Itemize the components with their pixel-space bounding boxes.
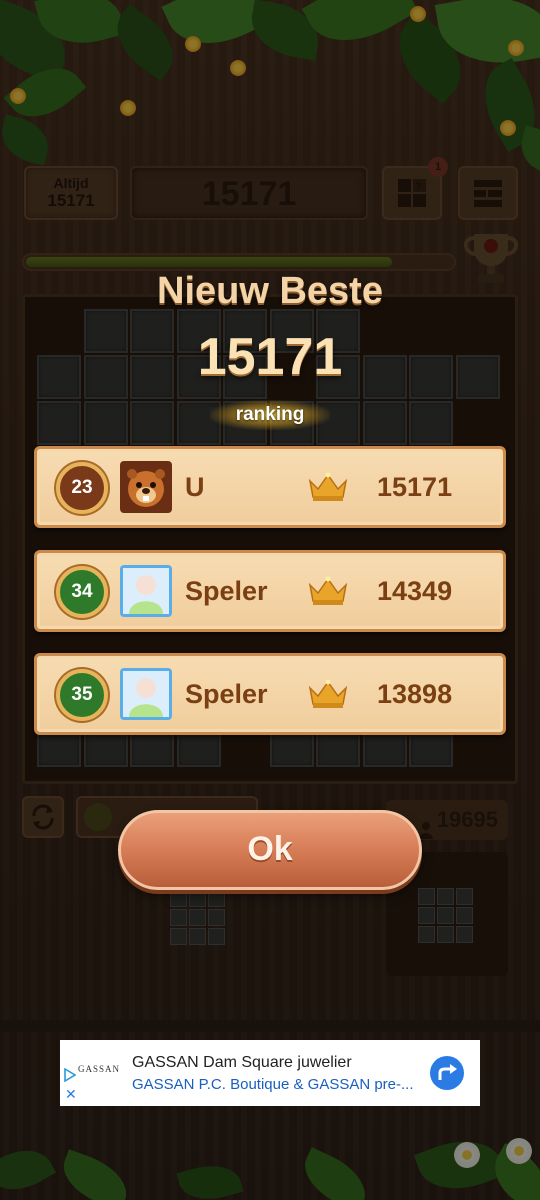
player-score: 15171 bbox=[377, 472, 453, 502]
leaderboard-row: 35 Speler 13898 bbox=[34, 653, 506, 735]
ok-button[interactable]: Ok bbox=[118, 810, 422, 890]
player-name: Speler bbox=[185, 576, 268, 606]
ad-banner[interactable]: ✕ GASSAN GASSAN Dam Square juwelier GASS… bbox=[60, 1040, 480, 1106]
ad-open-button[interactable] bbox=[430, 1056, 464, 1090]
leaderboard-row: 23 U 15171 bbox=[34, 446, 506, 528]
ad-brand-logo: GASSAN bbox=[78, 1064, 121, 1074]
crown-icon bbox=[308, 576, 348, 605]
default-person-avatar-icon bbox=[120, 668, 172, 720]
player-name: U bbox=[185, 472, 205, 502]
leaderboard-row: 34 Speler 14349 bbox=[34, 550, 506, 632]
ad-choices-icon[interactable] bbox=[64, 1068, 76, 1082]
popup-score: 15171 bbox=[197, 328, 343, 386]
rank-badge: 34 bbox=[56, 566, 108, 618]
ad-headline[interactable]: GASSAN Dam Square juwelier bbox=[132, 1054, 352, 1072]
ad-close-icon[interactable]: ✕ bbox=[65, 1086, 77, 1103]
player-name: Speler bbox=[185, 679, 268, 709]
rank-badge: 23 bbox=[56, 462, 108, 514]
player-score: 14349 bbox=[377, 576, 453, 606]
crown-icon bbox=[308, 679, 348, 708]
arrow-turn-icon bbox=[438, 1064, 457, 1080]
beaver-avatar-icon bbox=[120, 461, 172, 513]
rank-badge: 35 bbox=[56, 669, 108, 721]
player-score: 13898 bbox=[377, 679, 453, 709]
ad-subline[interactable]: GASSAN P.C. Boutique & GASSAN pre-... bbox=[132, 1076, 414, 1093]
ranking-label: ranking bbox=[210, 400, 330, 430]
default-person-avatar-icon bbox=[120, 565, 172, 617]
popup-title: Nieuw Beste bbox=[157, 270, 383, 312]
crown-icon bbox=[308, 472, 348, 501]
